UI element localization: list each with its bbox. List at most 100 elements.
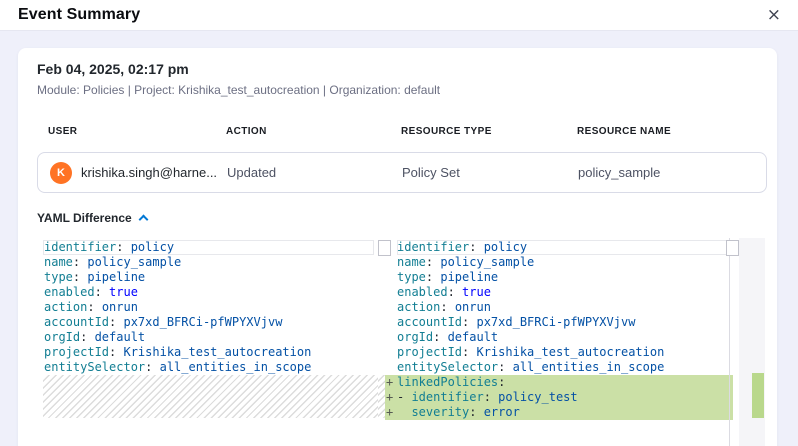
code-token: : (469, 405, 483, 419)
code-line-added: - identifier: policy_test + (385, 390, 733, 405)
code-token: default (448, 330, 499, 344)
code-token: onrun (102, 300, 138, 314)
scrollbar-track-border (729, 238, 730, 446)
code-line: identifier: policy (378, 240, 739, 255)
added-line-plus-icon: + (386, 405, 393, 420)
code-token: : (448, 285, 462, 299)
code-token: enabled (397, 285, 448, 299)
cell-resource-type: Policy Set (402, 165, 460, 180)
code-token: : (426, 270, 440, 284)
event-card: Feb 04, 2025, 02:17 pm Module: Policies … (18, 48, 777, 446)
code-token: action (397, 300, 440, 314)
overview-added-marker (752, 373, 764, 418)
code-token: policy_sample (440, 255, 534, 269)
column-header-user: USER (48, 126, 77, 137)
code-token: enabled (44, 285, 95, 299)
table-row[interactable]: K krishika.singh@harne... Updated Policy… (37, 152, 767, 193)
code-line: name: policy_sample (37, 255, 378, 270)
diff-overview-ruler[interactable] (739, 238, 765, 446)
code-line: action: onrun (37, 300, 378, 315)
code-token: default (95, 330, 146, 344)
event-timestamp: Feb 04, 2025, 02:17 pm (37, 61, 189, 77)
code-token: entitySelector (397, 360, 498, 374)
code-line-added: severity: error+ (385, 405, 733, 420)
code-line: orgId: default (37, 330, 378, 345)
code-line: identifier: policy (37, 240, 378, 255)
code-token: : (73, 255, 87, 269)
code-token: action (44, 300, 87, 314)
code-token: projectId (397, 345, 462, 359)
code-token: : (433, 330, 447, 344)
code-token: pipeline (87, 270, 145, 284)
code-line: projectId: Krishika_test_autocreation (37, 345, 378, 360)
code-token: : (145, 360, 159, 374)
chevron-up-icon (138, 215, 148, 225)
code-line: projectId: Krishika_test_autocreation (378, 345, 739, 360)
code-token: identifier (44, 240, 116, 254)
cell-action: Updated (227, 165, 276, 180)
code-token: : (498, 375, 505, 389)
diff-pane-modified[interactable]: identifier: policyname: policy_sampletyp… (378, 238, 739, 446)
code-line-added: linkedPolicies: + (385, 375, 733, 390)
code-line: action: onrun (378, 300, 739, 315)
avatar: K (50, 162, 72, 184)
original-code-lines: identifier: policyname: policy_sampletyp… (37, 240, 378, 375)
added-line-plus-icon: + (386, 375, 393, 390)
code-line: orgId: default (378, 330, 739, 345)
code-line: accountId: px7xd_BFRCi-pfWPYXVjvw (37, 315, 378, 330)
code-token: type (397, 270, 426, 284)
close-icon[interactable]: × (765, 7, 783, 24)
event-summary-modal: Event Summary × Feb 04, 2025, 02:17 pm M… (0, 0, 798, 446)
code-token: severity (411, 405, 469, 419)
code-token: px7xd_BFRCi-pfWPYXVjvw (476, 315, 635, 329)
code-token: policy_test (498, 390, 577, 404)
yaml-difference-toggle[interactable]: YAML Difference (37, 211, 147, 225)
code-token: - (397, 390, 411, 404)
code-token: : (469, 240, 483, 254)
code-token: : (80, 330, 94, 344)
cell-resource-name: policy_sample (578, 165, 660, 180)
code-line: entitySelector: all_entities_in_scope (378, 360, 739, 375)
code-token: onrun (455, 300, 491, 314)
code-token: orgId (44, 330, 80, 344)
code-token: policy_sample (87, 255, 181, 269)
yaml-diff-editor: identifier: policyname: policy_sampletyp… (37, 238, 765, 446)
code-token: identifier (411, 390, 483, 404)
code-token: accountId (397, 315, 462, 329)
code-token: : (87, 300, 101, 314)
code-token: policy (131, 240, 174, 254)
code-token: Krishika_test_autocreation (476, 345, 664, 359)
code-token: linkedPolicies (397, 375, 498, 389)
scrollbar-thumb-original[interactable] (378, 240, 391, 256)
column-header-resource-type: RESOURCE TYPE (401, 126, 492, 137)
modified-code-lines: identifier: policyname: policy_sampletyp… (378, 240, 739, 420)
code-line: entitySelector: all_entities_in_scope (37, 360, 378, 375)
code-token: pipeline (440, 270, 498, 284)
code-line: enabled: true (378, 285, 739, 300)
event-meta: Module: Policies | Project: Krishika_tes… (37, 83, 440, 97)
code-token: identifier (397, 240, 469, 254)
code-token: : (109, 315, 123, 329)
code-line: type: pipeline (37, 270, 378, 285)
code-token: projectId (44, 345, 109, 359)
code-token: orgId (397, 330, 433, 344)
added-line-plus-icon: + (386, 390, 393, 405)
diff-pane-original[interactable]: identifier: policyname: policy_sampletyp… (37, 238, 378, 446)
code-token: entitySelector (44, 360, 145, 374)
modal-header: Event Summary × (0, 0, 798, 31)
page-title: Event Summary (18, 6, 140, 24)
code-token: all_entities_in_scope (160, 360, 312, 374)
code-token: : (426, 255, 440, 269)
scrollbar-thumb-modified[interactable] (726, 240, 739, 256)
code-token: policy (484, 240, 527, 254)
code-token: name (397, 255, 426, 269)
code-token: : (73, 270, 87, 284)
code-token: px7xd_BFRCi-pfWPYXVjvw (123, 315, 282, 329)
code-token: : (440, 300, 454, 314)
code-token: : (116, 240, 130, 254)
code-token: accountId (44, 315, 109, 329)
code-token: Krishika_test_autocreation (123, 345, 311, 359)
column-header-action: ACTION (226, 126, 267, 137)
code-token: : (498, 360, 512, 374)
code-token: : (484, 390, 498, 404)
